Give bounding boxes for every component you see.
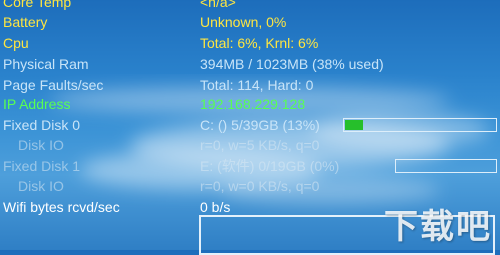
physical-ram-label: Physical Ram <box>3 56 89 72</box>
fixed-disk-1-value: E: (软件) 0/19GB (0%) <box>200 158 340 174</box>
watermark-logo: 下载吧 <box>384 208 492 246</box>
stat-row-fixed-disk-1: Fixed Disk 1 E: (软件) 0/19GB (0%) <box>0 156 500 176</box>
stat-row-disk-io-1: Disk IO r=0, w=0 KB/s, q=0 <box>0 176 500 196</box>
ip-address-value: 192.168.229.128 <box>200 96 306 112</box>
stat-row-battery: Battery Unknown, 0% <box>0 12 500 32</box>
page-faults-label: Page Faults/sec <box>3 77 104 93</box>
fixed-disk-1-label: Fixed Disk 1 <box>3 158 81 174</box>
cpu-label: Cpu <box>3 35 29 51</box>
disk-io-0-value: r=0, w=5 KB/s, q=0 <box>200 137 320 153</box>
fixed-disk-0-value: C: () 5/39GB (13%) <box>200 117 320 133</box>
wifi-bytes-value: 0 b/s <box>200 199 231 215</box>
core-temp-label: Core Temp <box>3 0 72 10</box>
fixed-disk-0-usage-fill <box>345 120 363 130</box>
stat-row-page-faults: Page Faults/sec Total: 114, Hard: 0 <box>0 75 500 95</box>
core-temp-value: <n/a> <box>200 0 236 10</box>
physical-ram-value: 394MB / 1023MB (38% used) <box>200 56 384 72</box>
battery-label: Battery <box>3 14 48 30</box>
stat-row-ip-address: IP Address 192.168.229.128 <box>0 94 500 114</box>
disk-io-0-label: Disk IO <box>18 137 64 153</box>
stat-row-physical-ram: Physical Ram 394MB / 1023MB (38% used) <box>0 54 500 74</box>
disk-io-1-value: r=0, w=0 KB/s, q=0 <box>200 178 320 194</box>
fixed-disk-0-usage-bar <box>343 118 497 132</box>
fixed-disk-0-label: Fixed Disk 0 <box>3 117 81 133</box>
disk-io-1-label: Disk IO <box>18 178 64 194</box>
stat-row-disk-io-0: Disk IO r=0, w=5 KB/s, q=0 <box>0 135 500 155</box>
fixed-disk-1-usage-bar <box>395 159 497 173</box>
wifi-bytes-label: Wifi bytes rcvd/sec <box>3 199 120 215</box>
stat-row-cpu: Cpu Total: 6%, Krnl: 6% <box>0 33 500 53</box>
cpu-value: Total: 6%, Krnl: 6% <box>200 35 319 51</box>
stat-row-core-temp: Core Temp <n/a> <box>0 0 500 12</box>
page-faults-value: Total: 114, Hard: 0 <box>200 77 314 93</box>
battery-value: Unknown, 0% <box>200 14 287 30</box>
ip-address-label: IP Address <box>3 96 71 112</box>
stat-row-fixed-disk-0: Fixed Disk 0 C: () 5/39GB (13%) <box>0 115 500 135</box>
